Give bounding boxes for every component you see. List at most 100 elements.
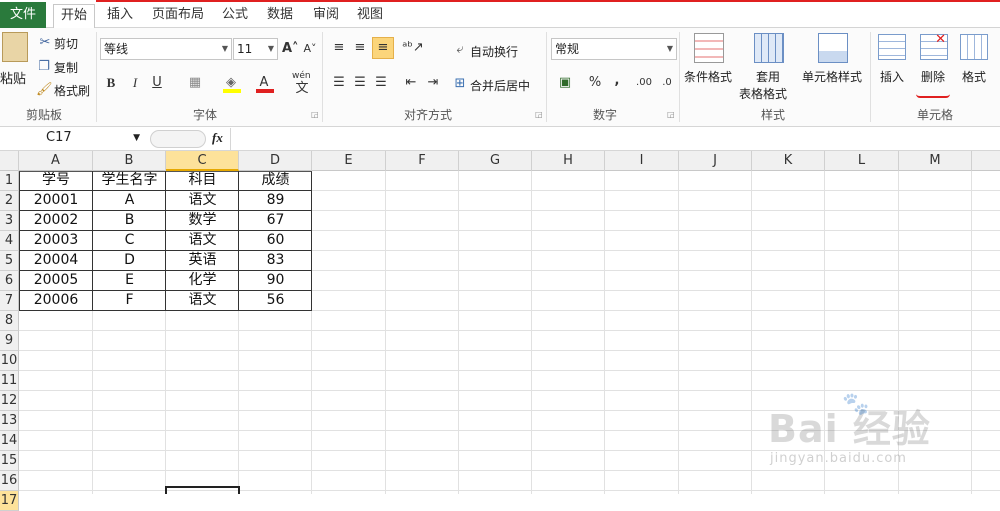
- currency-icon[interactable]: ▣: [555, 75, 575, 91]
- name-box[interactable]: C17 ▼: [0, 128, 146, 150]
- table-header-cell[interactable]: 科目: [166, 171, 239, 191]
- font-launcher-icon[interactable]: ◲: [311, 110, 319, 119]
- conditional-format-button[interactable]: 条件格式: [684, 68, 732, 85]
- fill-color-button[interactable]: ◈: [223, 75, 243, 93]
- table-cell[interactable]: 语文: [166, 291, 239, 311]
- tab-view[interactable]: 视图: [350, 4, 390, 28]
- col-header-b[interactable]: B: [93, 151, 166, 171]
- table-header-cell[interactable]: 学号: [19, 171, 93, 191]
- table-cell[interactable]: 20005: [19, 271, 93, 291]
- decrease-decimal-icon[interactable]: .0: [657, 75, 677, 91]
- table-header-cell[interactable]: 学生名字: [93, 171, 166, 191]
- row-header[interactable]: 4: [0, 231, 19, 251]
- font-name-select[interactable]: 等线 ▼: [100, 38, 232, 60]
- col-header-f[interactable]: F: [386, 151, 459, 171]
- row-header[interactable]: 12: [0, 391, 19, 411]
- table-cell[interactable]: 56: [239, 291, 312, 311]
- paste-icon[interactable]: [2, 32, 28, 62]
- row-header[interactable]: 1: [0, 171, 19, 191]
- table-cell[interactable]: 89: [239, 191, 312, 211]
- table-cell[interactable]: 90: [239, 271, 312, 291]
- table-cell[interactable]: B: [93, 211, 166, 231]
- font-color-button[interactable]: A: [256, 75, 276, 93]
- table-header-cell[interactable]: 成绩: [239, 171, 312, 191]
- formula-input[interactable]: [230, 128, 1000, 150]
- tab-data[interactable]: 数据: [260, 4, 300, 28]
- table-cell[interactable]: 化学: [166, 271, 239, 291]
- col-header-d[interactable]: D: [239, 151, 312, 171]
- shrink-font-icon[interactable]: A˅: [302, 41, 318, 57]
- align-middle-icon[interactable]: ≡: [352, 40, 368, 56]
- row-header[interactable]: 8: [0, 311, 19, 331]
- format-as-table-button[interactable]: 表格格式: [739, 85, 787, 102]
- align-right-icon[interactable]: ☰: [373, 75, 389, 91]
- table-cell[interactable]: 语文: [166, 231, 239, 251]
- tab-page-layout[interactable]: 页面布局: [145, 4, 211, 28]
- table-cell[interactable]: 20004: [19, 251, 93, 271]
- table-cell[interactable]: 20002: [19, 211, 93, 231]
- tab-review[interactable]: 审阅: [306, 4, 346, 28]
- bold-button[interactable]: B: [104, 75, 118, 91]
- increase-indent-icon[interactable]: ⇥: [425, 75, 441, 91]
- tab-formulas[interactable]: 公式: [216, 4, 254, 28]
- col-header-h[interactable]: H: [532, 151, 605, 171]
- tab-file[interactable]: 文件: [0, 2, 46, 28]
- table-cell[interactable]: 83: [239, 251, 312, 271]
- row-header[interactable]: 13: [0, 411, 19, 431]
- table-cell[interactable]: F: [93, 291, 166, 311]
- col-header-l[interactable]: L: [825, 151, 899, 171]
- insert-function-button[interactable]: fx: [212, 130, 223, 146]
- tab-home[interactable]: 开始: [53, 4, 95, 29]
- row-header[interactable]: 15: [0, 451, 19, 471]
- align-bottom-icon[interactable]: ≡: [372, 37, 394, 59]
- delete-cells-button[interactable]: 删除: [921, 68, 945, 85]
- row-header[interactable]: 10: [0, 351, 19, 371]
- select-all-corner[interactable]: [0, 151, 19, 171]
- col-header-c[interactable]: C: [166, 151, 239, 171]
- align-center-icon[interactable]: ☰: [352, 75, 368, 91]
- row-header[interactable]: 3: [0, 211, 19, 231]
- alignment-launcher-icon[interactable]: ◲: [535, 110, 543, 119]
- table-cell[interactable]: 英语: [166, 251, 239, 271]
- col-header-e[interactable]: E: [312, 151, 386, 171]
- row-header-selected[interactable]: 17: [0, 491, 19, 511]
- table-cell[interactable]: 数学: [166, 211, 239, 231]
- cell-styles-button[interactable]: 单元格样式: [802, 68, 862, 85]
- decrease-indent-icon[interactable]: ⇤: [403, 75, 419, 91]
- italic-button[interactable]: I: [128, 75, 142, 91]
- active-cell-c17[interactable]: [165, 486, 240, 494]
- format-cells-button[interactable]: 格式: [962, 68, 986, 85]
- table-cell[interactable]: 20003: [19, 231, 93, 251]
- table-cell[interactable]: 20006: [19, 291, 93, 311]
- col-header-a[interactable]: A: [19, 151, 93, 171]
- table-cell[interactable]: C: [93, 231, 166, 251]
- copy-button[interactable]: 复制: [54, 59, 78, 76]
- table-cell[interactable]: 20001: [19, 191, 93, 211]
- number-launcher-icon[interactable]: ◲: [667, 110, 675, 119]
- row-header[interactable]: 9: [0, 331, 19, 351]
- grow-font-icon[interactable]: A˄: [282, 41, 299, 57]
- table-cell[interactable]: D: [93, 251, 166, 271]
- row-header[interactable]: 2: [0, 191, 19, 211]
- table-cell[interactable]: 60: [239, 231, 312, 251]
- row-header[interactable]: 7: [0, 291, 19, 311]
- format-as-table-line1[interactable]: 套用: [756, 68, 780, 85]
- border-icon[interactable]: ▦: [187, 75, 203, 91]
- col-header-j[interactable]: J: [679, 151, 752, 171]
- format-painter-button[interactable]: 格式刷: [54, 82, 90, 99]
- number-format-select[interactable]: 常规 ▼: [551, 38, 677, 60]
- col-header-g[interactable]: G: [459, 151, 532, 171]
- row-header[interactable]: 11: [0, 371, 19, 391]
- table-cell[interactable]: A: [93, 191, 166, 211]
- table-cell[interactable]: 语文: [166, 191, 239, 211]
- col-header-n[interactable]: [972, 151, 1000, 171]
- tab-insert[interactable]: 插入: [100, 4, 140, 28]
- table-cell[interactable]: 67: [239, 211, 312, 231]
- wrap-text-button[interactable]: 自动换行: [470, 43, 518, 60]
- row-header[interactable]: 14: [0, 431, 19, 451]
- percent-button[interactable]: %: [588, 75, 602, 91]
- cut-button[interactable]: 剪切: [54, 35, 78, 52]
- col-header-m[interactable]: M: [899, 151, 972, 171]
- comma-button[interactable]: ,: [611, 73, 623, 89]
- underline-button[interactable]: U: [150, 75, 164, 91]
